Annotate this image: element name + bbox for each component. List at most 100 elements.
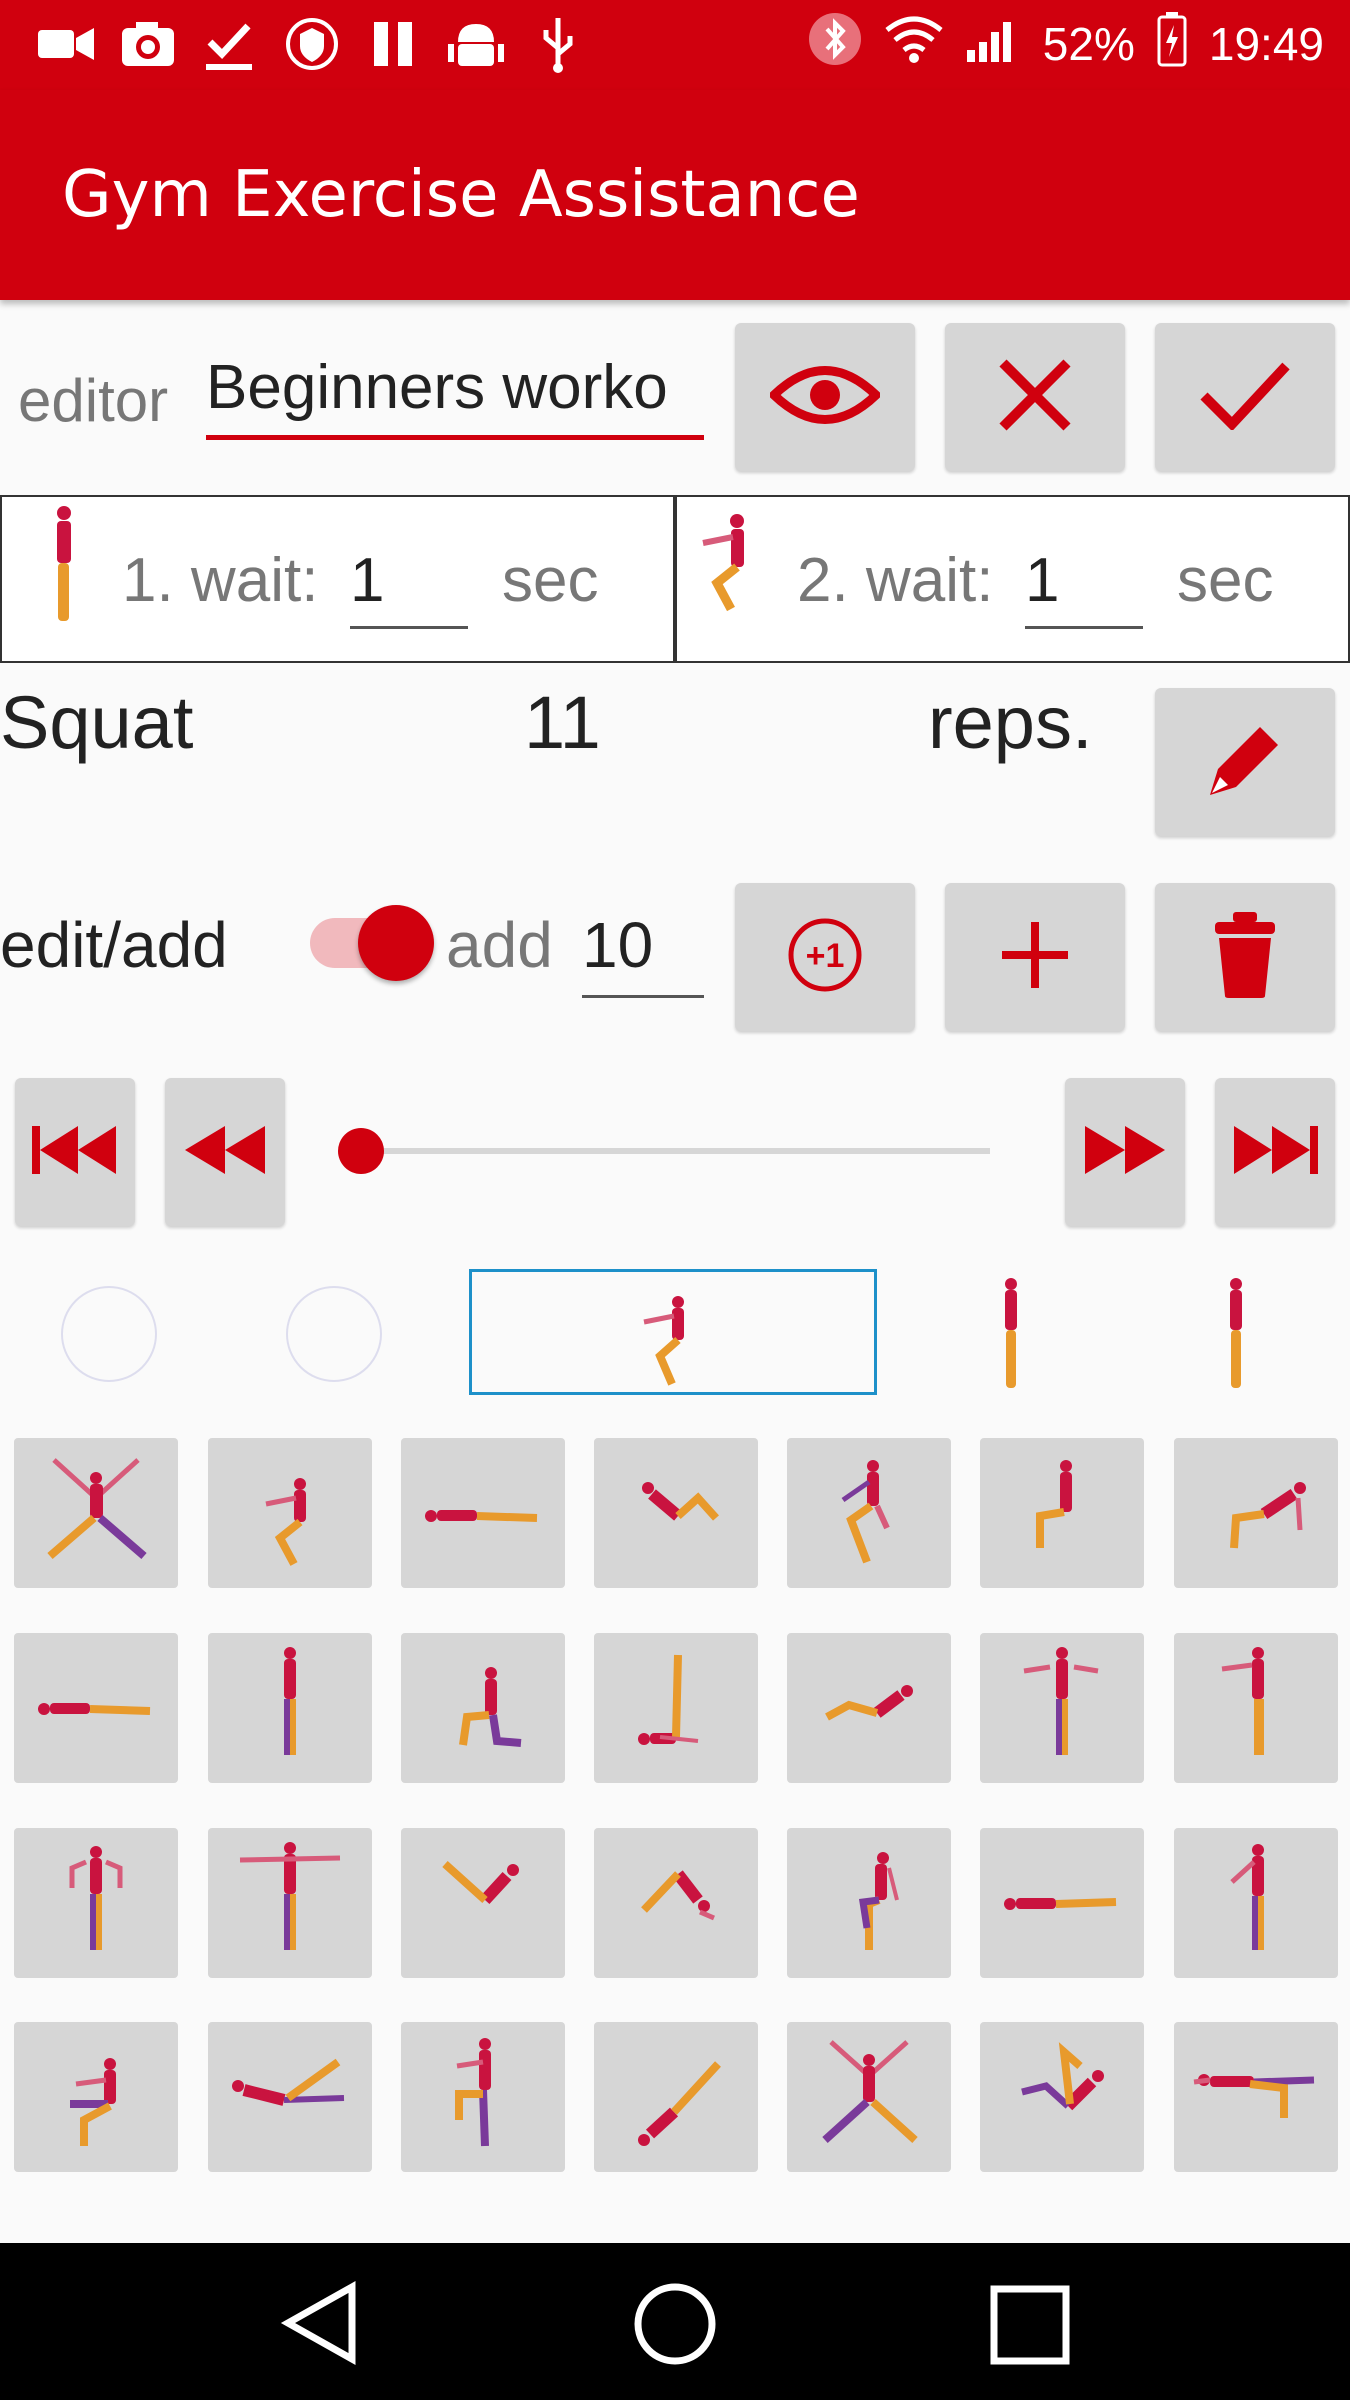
exercise-name: Squat — [0, 681, 194, 764]
plus-icon — [1000, 920, 1070, 995]
wifi-icon — [885, 14, 943, 75]
cancel-button[interactable] — [945, 323, 1125, 471]
empty-slot[interactable] — [61, 1286, 157, 1382]
clock: 19:49 — [1208, 18, 1324, 70]
edit-add-toggle-knob[interactable] — [358, 905, 434, 981]
progress-slider-knob[interactable] — [338, 1128, 384, 1174]
pose-arms-bent[interactable] — [14, 1828, 178, 1978]
skip-to-end-button[interactable] — [1215, 1078, 1335, 1226]
pose-bird-dog[interactable] — [1174, 2022, 1338, 2172]
delete-button[interactable] — [1155, 883, 1335, 1031]
pose-lunge[interactable] — [401, 1633, 565, 1783]
squat-pose-icon — [638, 1294, 698, 1393]
trash-icon — [1213, 910, 1277, 1005]
standing-pose-icon[interactable] — [996, 1276, 1026, 1397]
wait-step-1[interactable]: 1. wait: 1 sec — [0, 495, 675, 663]
confirm-button[interactable] — [1155, 323, 1335, 471]
wait-2-value[interactable]: 1 — [1025, 545, 1143, 629]
wait-1-prefix: 1. wait: — [122, 546, 319, 615]
notification-icons — [36, 14, 610, 74]
mode-label: edit/add — [0, 909, 228, 981]
editor-label: editor — [18, 367, 169, 434]
wait-2-unit: sec — [1177, 546, 1274, 615]
workout-name-input[interactable]: Beginners worko — [206, 348, 704, 440]
pose-t-stance[interactable] — [208, 1828, 372, 1978]
pencil-icon — [1202, 717, 1288, 808]
battery-charging-icon — [1157, 11, 1187, 78]
pose-bridge[interactable] — [1174, 1438, 1338, 1588]
close-icon — [997, 357, 1073, 438]
pose-jumping-jack[interactable] — [787, 2022, 951, 2172]
pose-plank[interactable] — [401, 1438, 565, 1588]
add-value-input[interactable]: 10 — [582, 900, 704, 998]
app-title: Gym Exercise Assistance — [62, 158, 860, 232]
check-icon — [1200, 360, 1290, 435]
eye-icon — [767, 360, 883, 435]
exercise-unit: reps. — [928, 681, 1093, 764]
progress-slider-track[interactable] — [360, 1148, 990, 1154]
pose-seated-leg[interactable] — [14, 2022, 178, 2172]
pose-chair-sit[interactable] — [980, 1438, 1144, 1588]
camera-icon — [118, 14, 200, 74]
svg-text:+1: +1 — [806, 937, 845, 975]
pose-lying[interactable] — [14, 1633, 178, 1783]
preview-button[interactable] — [735, 323, 915, 471]
rewind-icon — [183, 1122, 267, 1183]
pose-arm-raise[interactable] — [980, 1633, 1144, 1783]
selected-sequence-item[interactable] — [469, 1269, 877, 1395]
pose-lying-side[interactable] — [980, 1828, 1144, 1978]
pose-leg-raise[interactable] — [594, 1633, 758, 1783]
pose-squat[interactable] — [208, 1438, 372, 1588]
skip-last-icon — [1230, 1122, 1320, 1183]
pose-downward-dog[interactable] — [594, 1828, 758, 1978]
empty-slot[interactable] — [286, 1286, 382, 1382]
skip-to-start-button[interactable] — [15, 1078, 135, 1226]
wait-1-unit: sec — [502, 546, 599, 615]
rewind-button[interactable] — [165, 1078, 285, 1226]
standing-pose-icon[interactable] — [1221, 1276, 1251, 1397]
exercise-count: 11 — [524, 681, 601, 764]
plus-one-button[interactable]: +1 — [735, 883, 915, 1031]
usb-icon — [528, 14, 610, 74]
pose-side-stand[interactable] — [1174, 1828, 1338, 1978]
shield-icon — [282, 14, 364, 74]
task-done-icon — [200, 14, 282, 74]
pose-sit-up[interactable] — [787, 1633, 951, 1783]
plus-one-icon: +1 — [785, 915, 865, 1000]
fast-forward-icon — [1083, 1122, 1167, 1183]
skip-first-icon — [30, 1122, 120, 1183]
edit-exercise-button[interactable] — [1155, 688, 1335, 836]
app-bar: Gym Exercise Assistance — [0, 90, 1350, 300]
video-camera-icon — [36, 14, 118, 74]
add-button[interactable] — [945, 883, 1125, 1031]
pose-v-sit[interactable] — [401, 1828, 565, 1978]
system-indicators: 52% 19:49 — [807, 11, 1324, 75]
pose-stand-front[interactable] — [208, 1633, 372, 1783]
home-icon[interactable] — [632, 2281, 718, 2372]
pose-stork[interactable] — [401, 2022, 565, 2172]
pose-one-arm[interactable] — [1174, 1633, 1338, 1783]
status-bar: 52% 19:49 — [0, 0, 1350, 90]
add-label: add — [446, 909, 553, 981]
pose-knee-lift[interactable] — [787, 1828, 951, 1978]
fast-forward-button[interactable] — [1065, 1078, 1185, 1226]
cell-signal-icon — [965, 14, 1021, 75]
pose-shoulder-stand[interactable] — [594, 2022, 758, 2172]
battery-percent: 52% — [1042, 18, 1135, 70]
wait-step-2[interactable]: 2. wait: 1 sec — [675, 495, 1350, 663]
standing-pose-icon — [44, 505, 84, 630]
navigation-bar — [0, 2243, 1350, 2400]
pose-reclined[interactable] — [208, 2022, 372, 2172]
pose-high-knee[interactable] — [787, 1438, 951, 1588]
pause-icon — [364, 14, 446, 74]
squat-pose-icon — [697, 513, 757, 618]
pose-cycling[interactable] — [980, 2022, 1144, 2172]
back-icon[interactable] — [280, 2281, 360, 2370]
android-debug-icon — [446, 14, 528, 74]
pose-crunch[interactable] — [594, 1438, 758, 1588]
wait-1-value[interactable]: 1 — [350, 545, 468, 629]
pose-star-jump[interactable] — [14, 1438, 178, 1588]
bluetooth-icon — [807, 11, 863, 78]
wait-2-prefix: 2. wait: — [797, 546, 994, 615]
recents-icon[interactable] — [990, 2285, 1070, 2370]
